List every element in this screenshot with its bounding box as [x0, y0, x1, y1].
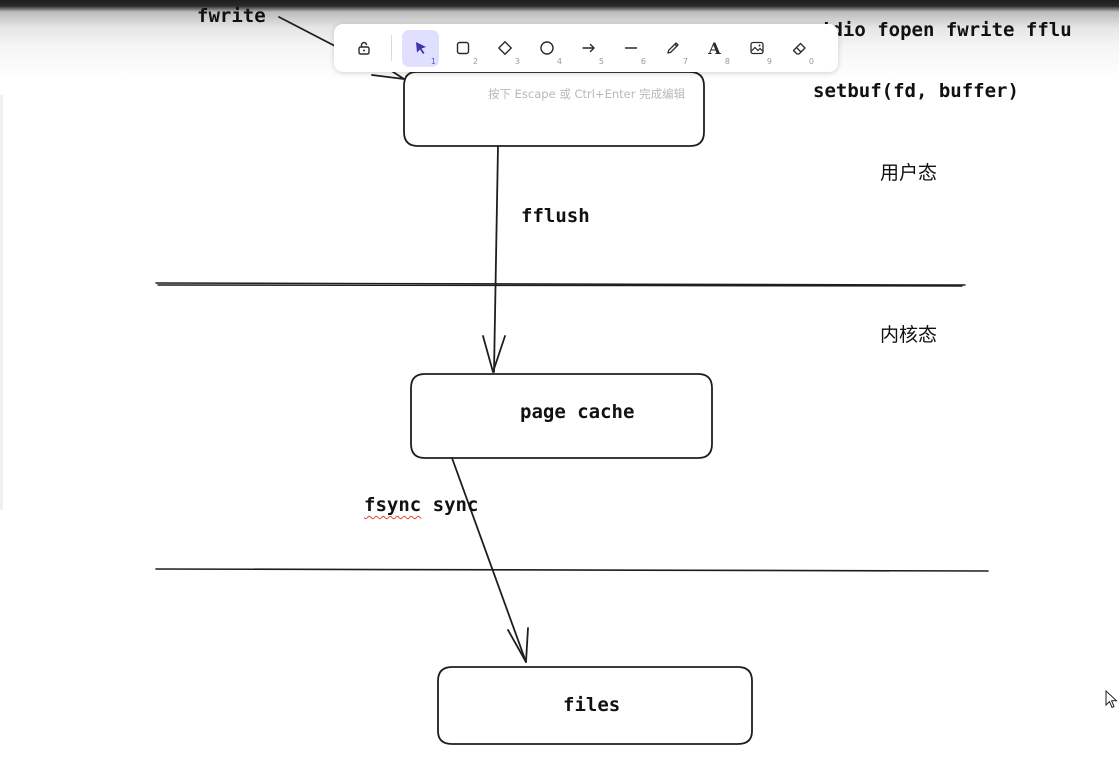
kernel-disk-divider [155, 568, 989, 572]
shortcut-number: 8 [724, 56, 730, 66]
eraser-tool[interactable]: 0 [780, 30, 817, 67]
line-icon [624, 47, 637, 49]
ellipse-icon [539, 41, 554, 55]
shortcut-number: 6 [640, 56, 646, 66]
shortcut-number: 0 [808, 56, 814, 66]
fflush-arrow [493, 145, 499, 373]
line-tool[interactable]: 6 [612, 30, 649, 67]
drawing-canvas[interactable] [0, 0, 1119, 775]
fwrite-arrow [278, 16, 336, 47]
rectangle-tool[interactable]: 2 [444, 30, 481, 67]
shortcut-number: 2 [472, 56, 478, 66]
arrow-tool[interactable]: 5 [570, 30, 607, 67]
user-kernel-divider [155, 282, 966, 287]
kernel-mode-label[interactable]: 内核态 [880, 320, 937, 347]
drawing-toolbar: 1 2 3 4 5 6 7 A 8 9 0 [334, 24, 838, 72]
text-tool[interactable]: A 8 [696, 30, 733, 67]
draw-tool[interactable]: 7 [654, 30, 691, 67]
fsync-arrow [451, 457, 527, 663]
image-icon [749, 41, 764, 55]
pencil-icon [666, 42, 679, 54]
shortcut-number: 1 [430, 56, 436, 66]
unlock-icon [357, 41, 370, 55]
shortcut-number: 7 [682, 56, 688, 66]
arrow-right-icon [581, 43, 595, 53]
fsync-word: fsync [364, 494, 422, 516]
rectangle-icon [456, 41, 469, 55]
eraser-icon [792, 42, 806, 55]
header-text-partial[interactable]: ’dio fopen fwrite fflu [820, 19, 1072, 41]
edit-hint: 按下 Escape 或 Ctrl+Enter 完成编辑 [488, 87, 686, 101]
shortcut-number: 5 [598, 56, 604, 66]
shortcut-number: 9 [766, 56, 772, 66]
fwrite-label[interactable]: fwrite [197, 5, 266, 27]
diamond-tool[interactable]: 3 [486, 30, 523, 67]
toolbar-separator [391, 35, 392, 61]
fflush-label[interactable]: fflush [521, 205, 590, 227]
diamond-icon [497, 41, 512, 55]
buffer-box [403, 71, 705, 147]
fsync-sync-label[interactable]: fsync sync [364, 494, 478, 516]
shortcut-number: 3 [514, 56, 520, 66]
lock-tool[interactable] [345, 30, 382, 67]
user-mode-label[interactable]: 用户态 [880, 158, 937, 185]
page-cache-label[interactable]: page cache [520, 401, 634, 423]
mouse-cursor-icon [1105, 690, 1118, 709]
setbuf-text[interactable]: setbuf(fd, buffer) [813, 80, 1019, 102]
pointer-icon [415, 42, 426, 54]
files-label[interactable]: files [563, 694, 620, 716]
text-icon: A [708, 38, 721, 58]
image-tool[interactable]: 9 [738, 30, 775, 67]
ellipse-tool[interactable]: 4 [528, 30, 565, 67]
shortcut-number: 4 [556, 56, 562, 66]
selection-tool[interactable]: 1 [402, 29, 439, 67]
sync-word: sync [432, 494, 479, 516]
